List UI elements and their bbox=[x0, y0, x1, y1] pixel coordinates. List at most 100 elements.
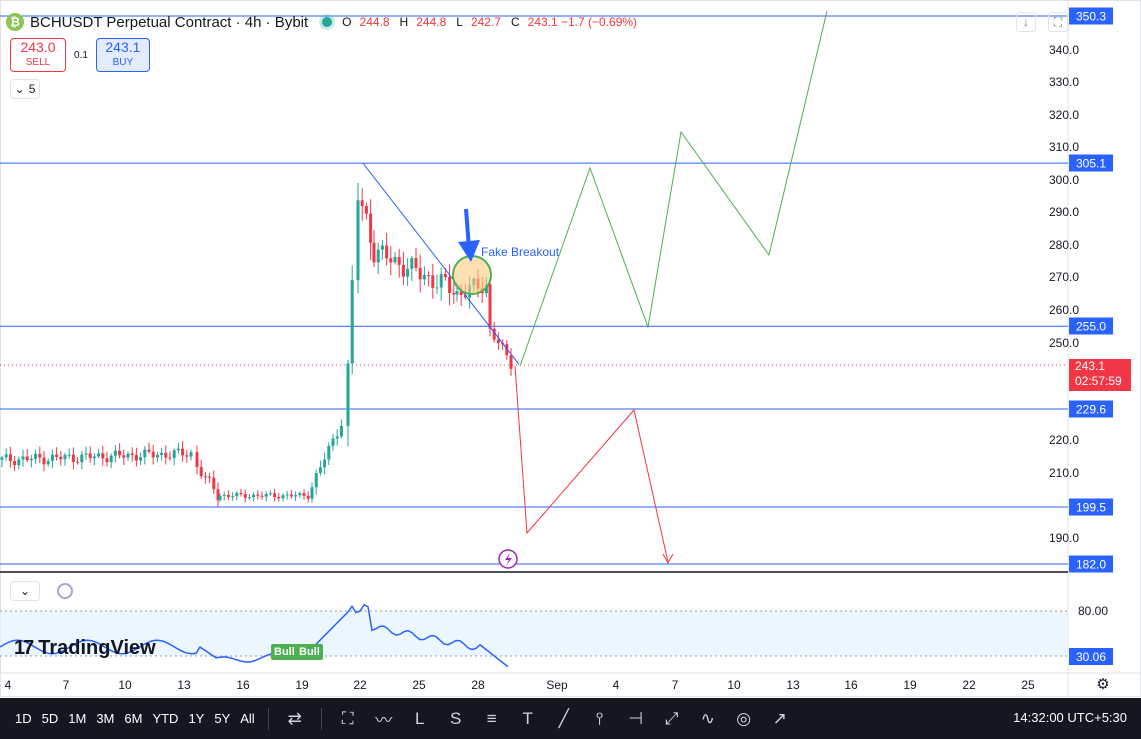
time-axis[interactable]: 4 7 10 13 16 19 22 25 28 Sep 4 7 10 13 16 19 22 25 bbox=[0, 674, 1068, 696]
price-tick-label: 340.0 bbox=[1048, 42, 1079, 57]
buy-button[interactable]: 243.1 BUY bbox=[95, 38, 150, 72]
candle-body bbox=[302, 493, 306, 496]
candle-body bbox=[42, 457, 46, 465]
buy-price: 243.1 bbox=[105, 39, 141, 55]
candle-body bbox=[268, 493, 272, 495]
refresh-icon[interactable] bbox=[57, 583, 73, 599]
pitchfork-tool-icon[interactable]: ⫯ bbox=[582, 704, 618, 734]
candle-body bbox=[4, 454, 8, 458]
spread-value: 0.1 bbox=[74, 49, 88, 61]
fib-tool-icon[interactable]: ≡ bbox=[474, 704, 510, 734]
candle-body bbox=[339, 425, 343, 437]
download-icon[interactable]: ↓ bbox=[1016, 12, 1036, 32]
path-tool-icon[interactable]: 〰 bbox=[366, 704, 402, 734]
oscillator-tick-label: 80.00 bbox=[1078, 604, 1109, 618]
candle-body bbox=[331, 438, 335, 446]
trendline-tool-icon[interactable]: ╱ bbox=[546, 704, 582, 734]
timeframe-button-5d[interactable]: 5D bbox=[37, 711, 64, 726]
symbol-title[interactable]: BCHUSDT Perpetual Contract · 4h · Bybit bbox=[30, 14, 308, 31]
candle-body bbox=[109, 455, 113, 463]
level-price-tag: 199.5 bbox=[1069, 498, 1113, 516]
candle-body bbox=[231, 496, 235, 498]
ohlc-low-value: 242.7 bbox=[470, 15, 501, 29]
candle-body bbox=[212, 477, 216, 490]
candle-body bbox=[346, 363, 350, 426]
timeframe-button-6m[interactable]: 6M bbox=[119, 711, 147, 726]
volume-profile-tool-icon[interactable]: ⊣ bbox=[618, 704, 654, 734]
sell-label: SELL bbox=[25, 57, 51, 68]
candle-body bbox=[496, 339, 500, 344]
candle-body bbox=[176, 448, 180, 451]
tradingview-mark-icon: 17 bbox=[14, 637, 34, 659]
indicators-toggle-button[interactable]: ⌄ 5 bbox=[10, 79, 40, 99]
tradingview-logo[interactable]: 17 TradingView bbox=[14, 637, 156, 660]
time-tick-label: 25 bbox=[412, 678, 426, 692]
candle-body bbox=[360, 200, 364, 207]
time-tick-label: 4 bbox=[4, 678, 12, 692]
candle-body bbox=[488, 284, 492, 329]
candle-body bbox=[376, 249, 380, 263]
short-position-tool-icon[interactable]: S bbox=[438, 704, 474, 734]
candle-body bbox=[323, 459, 327, 468]
bull-divergence-label: Bull bbox=[271, 644, 298, 660]
chart-controls: ↓ ⛶ bbox=[1016, 12, 1068, 32]
price-tick-label: 320.0 bbox=[1048, 107, 1079, 122]
compare-icon[interactable]: ⇄ bbox=[277, 704, 313, 734]
fake-breakout-annotation[interactable]: Fake Breakout bbox=[481, 245, 559, 259]
candle-body bbox=[298, 493, 302, 496]
arrow-tool-icon[interactable]: ↗ bbox=[762, 704, 798, 734]
candle-body bbox=[92, 456, 96, 459]
candle-body bbox=[435, 287, 439, 289]
ohlc-high-label: H bbox=[399, 15, 409, 29]
oscillator-toggle-button[interactable]: ⌄ bbox=[10, 581, 40, 601]
candle-body bbox=[372, 242, 376, 263]
timeframe-button-1m[interactable]: 1M bbox=[63, 711, 91, 726]
price-tick-label: 190.0 bbox=[1048, 530, 1079, 545]
timeframe-button-3m[interactable]: 3M bbox=[91, 711, 119, 726]
clock[interactable]: 14:32:00 UTC+5:30 bbox=[1013, 710, 1127, 725]
fullscreen-icon[interactable]: ⛶ bbox=[1048, 12, 1068, 32]
candle-body bbox=[226, 494, 230, 497]
toolbar-divider bbox=[320, 707, 322, 730]
timeframe-button-1d[interactable]: 1D bbox=[10, 711, 37, 726]
candle-body bbox=[306, 495, 310, 499]
timeframe-button-ytd[interactable]: YTD bbox=[147, 711, 183, 726]
sell-button[interactable]: 243.0 SELL bbox=[10, 38, 66, 72]
eye-tool-icon[interactable]: ◎ bbox=[726, 704, 762, 734]
indicator-count: 5 bbox=[28, 82, 36, 96]
candle-body bbox=[50, 454, 54, 461]
timeframe-button-all[interactable]: All bbox=[235, 711, 259, 726]
candle-body bbox=[327, 445, 331, 460]
candle-body bbox=[84, 453, 88, 455]
candle-body bbox=[8, 454, 12, 462]
candle-body bbox=[455, 291, 459, 295]
measure-tool-icon[interactable]: ⤢ bbox=[654, 704, 690, 734]
price-tick-label: 250.0 bbox=[1048, 335, 1079, 350]
brush-tool-icon[interactable]: ∿ bbox=[690, 704, 726, 734]
rectangle-tool-icon[interactable]: ⛶ bbox=[330, 704, 366, 734]
time-tick-label: 16 bbox=[236, 678, 250, 692]
candle-body bbox=[101, 453, 105, 459]
candle-body bbox=[414, 258, 418, 268]
timeframe-button-1y[interactable]: 1Y bbox=[183, 711, 209, 726]
chevron-down-icon: ⌄ bbox=[14, 82, 25, 96]
long-position-tool-icon[interactable]: L bbox=[402, 704, 438, 734]
candle-body bbox=[252, 494, 256, 498]
drawing-tools: ⛶ 〰 L S ≡ T ╱ ⫯ ⊣ ⤢ ∿ ◎ ↗ bbox=[330, 704, 798, 734]
candle-body bbox=[172, 450, 176, 458]
time-tick-label: 22 bbox=[353, 678, 367, 692]
candle-body bbox=[235, 492, 239, 497]
time-tick-label: 7 bbox=[62, 678, 70, 692]
candle-body bbox=[208, 476, 212, 478]
gear-icon[interactable]: ⚙ bbox=[1094, 675, 1112, 693]
text-tool-icon[interactable]: T bbox=[510, 704, 546, 734]
candle-body bbox=[393, 256, 397, 263]
price-tick-label: 300.0 bbox=[1048, 172, 1079, 187]
price-chart[interactable] bbox=[0, 0, 1141, 739]
candle-body bbox=[380, 245, 384, 250]
time-tick-label: 4 bbox=[612, 678, 620, 692]
timeframe-button-5y[interactable]: 5Y bbox=[209, 711, 235, 726]
candle-body bbox=[21, 456, 25, 460]
candle-body bbox=[260, 495, 264, 497]
candle-body bbox=[199, 467, 203, 477]
